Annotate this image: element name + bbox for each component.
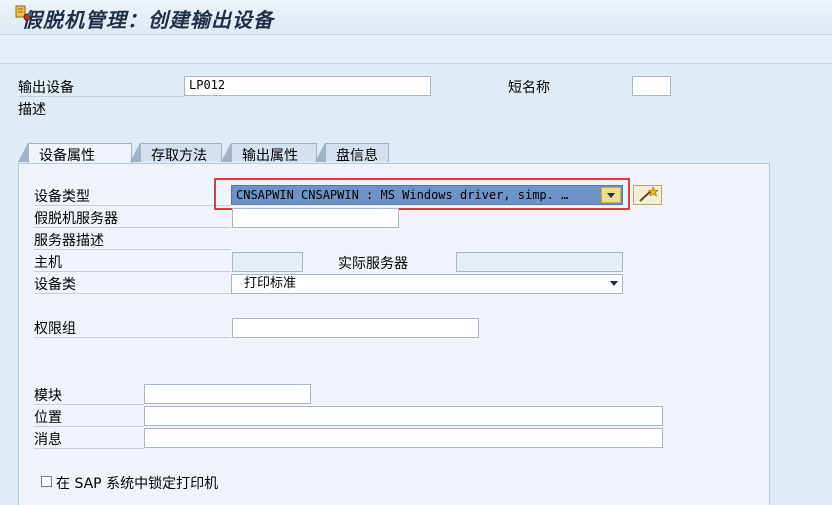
device-type-label: 设备类型 (34, 186, 231, 206)
tab-output-attributes[interactable]: 输出属性 (231, 143, 317, 164)
authorization-group-input[interactable] (232, 318, 479, 338)
highlight-box (214, 178, 630, 210)
device-class-dropdown[interactable]: 打印标准 (231, 274, 623, 294)
tab-access-method[interactable]: 存取方法 (140, 143, 222, 164)
short-name-label: 短名称 (508, 80, 550, 96)
actual-server-input (456, 252, 623, 272)
message-label: 消息 (34, 429, 144, 449)
output-device-input[interactable]: LP012 (184, 76, 431, 96)
model-label: 模块 (34, 385, 144, 405)
page-title: 假脱机管理：创建输出设备 (22, 8, 274, 32)
display-change-icon[interactable] (14, 4, 34, 22)
server-description-label: 服务器描述 (34, 230, 231, 250)
device-class-value: 打印标准 (244, 276, 297, 291)
model-input[interactable] (144, 384, 311, 404)
magic-wand-icon[interactable] (633, 185, 662, 205)
location-label: 位置 (34, 407, 144, 427)
application-toolbar (0, 35, 832, 64)
host-label: 主机 (34, 252, 231, 272)
spool-server-input[interactable] (232, 208, 399, 228)
chevron-down-icon (610, 281, 618, 286)
actual-server-label: 实际服务器 (338, 256, 408, 272)
tab-tray-info[interactable]: 盘信息 (325, 143, 389, 164)
output-device-label: 输出设备 (18, 77, 184, 97)
device-class-label: 设备类 (34, 274, 231, 294)
host-input (232, 252, 303, 272)
description-label: 描述 (18, 102, 46, 118)
spool-server-label: 假脱机服务器 (34, 208, 231, 228)
short-name-input[interactable] (632, 76, 671, 96)
location-input[interactable] (144, 406, 663, 426)
authorization-group-label: 权限组 (34, 318, 231, 338)
message-input[interactable] (144, 428, 663, 448)
lock-printer-checkbox[interactable] (41, 476, 52, 487)
lock-printer-label: 在 SAP 系统中锁定打印机 (56, 476, 219, 492)
tab-device-attributes[interactable]: 设备属性 (28, 143, 132, 164)
